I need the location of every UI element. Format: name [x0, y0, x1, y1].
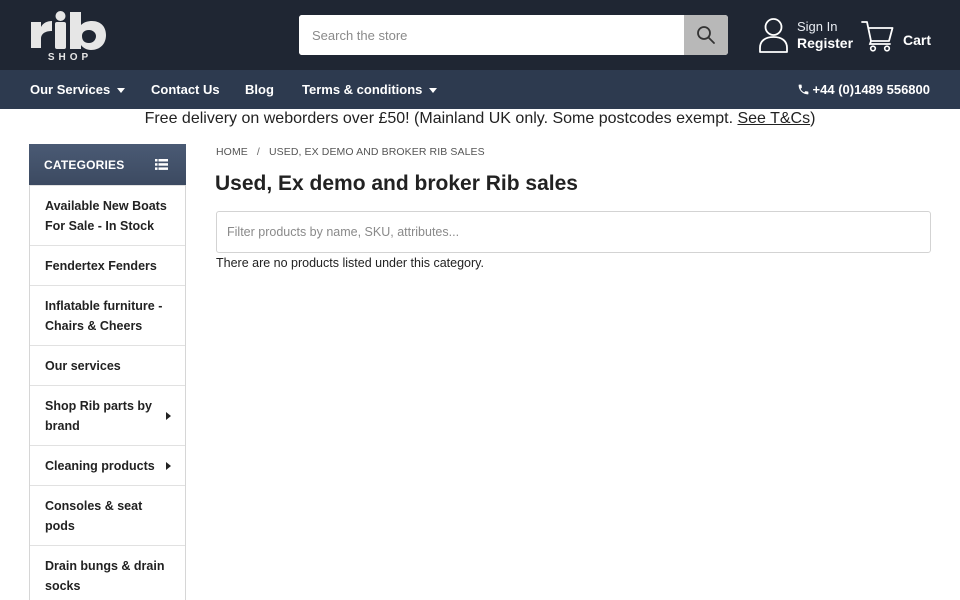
chevron-down-icon	[117, 88, 126, 94]
category-cleaning-products[interactable]: Cleaning products	[30, 445, 185, 485]
categories-sidebar: CATEGORIES Available New Boats For Sale …	[29, 144, 186, 600]
breadcrumb-home[interactable]: HOME	[216, 146, 248, 158]
phone-number: +44 (0)1489 556800	[812, 82, 930, 97]
phone-link[interactable]: +44 (0)1489 556800	[797, 70, 930, 109]
empty-category-message: There are no products listed under this …	[216, 256, 484, 270]
nav-blog[interactable]: Blog	[245, 70, 274, 109]
category-inflatable-furniture[interactable]: Inflatable furniture - Chairs & Cheers	[30, 285, 185, 345]
main-navigation: Our Services Contact Us Blog Terms & con…	[0, 70, 960, 109]
register-link[interactable]: Register	[797, 35, 853, 52]
shopping-cart-icon	[861, 21, 894, 52]
nav-terms-conditions[interactable]: Terms & conditions	[302, 70, 438, 109]
category-label: Consoles & seat pods	[45, 498, 143, 533]
search-button[interactable]	[684, 15, 728, 55]
categories-header[interactable]: CATEGORIES	[29, 144, 186, 185]
banner-suffix: )	[810, 110, 816, 127]
phone-icon	[798, 84, 808, 95]
cart-label: Cart	[903, 32, 932, 48]
page-title: Used, Ex demo and broker Rib sales	[215, 172, 578, 195]
sign-in-link[interactable]: Sign In	[797, 18, 853, 35]
category-label: Available New Boats For Sale - In Stock	[45, 198, 167, 233]
breadcrumb-separator: /	[256, 146, 260, 158]
category-available-new-boats[interactable]: Available New Boats For Sale - In Stock	[30, 185, 185, 245]
breadcrumb: HOME / USED, EX DEMO AND BROKER RIB SALES	[216, 146, 485, 158]
site-header: SHOP Sign In Register Cart	[0, 0, 960, 70]
svg-text:SHOP: SHOP	[48, 52, 92, 62]
user-icon	[759, 18, 788, 53]
category-label: Fendertex Fenders	[45, 258, 157, 273]
category-label: Inflatable furniture - Chairs & Cheers	[45, 298, 163, 333]
list-icon	[155, 159, 168, 170]
search-icon	[697, 26, 715, 44]
category-fendertex-fenders[interactable]: Fendertex Fenders	[30, 245, 185, 285]
search-bar	[299, 15, 728, 55]
delivery-banner: Free delivery on weborders over £50! (Ma…	[0, 110, 960, 132]
nav-label: Our Services	[30, 82, 111, 97]
nav-label: Blog	[245, 82, 274, 97]
chevron-right-icon[interactable]	[166, 461, 171, 470]
nav-our-services[interactable]: Our Services	[30, 70, 126, 109]
categories-title: CATEGORIES	[44, 157, 125, 172]
breadcrumb-current: USED, EX DEMO AND BROKER RIB SALES	[268, 146, 485, 158]
category-label: Cleaning products	[45, 458, 155, 473]
cart-button[interactable]: Cart	[861, 18, 931, 54]
nav-label: Terms & conditions	[302, 82, 423, 97]
product-filter-input[interactable]	[216, 211, 931, 253]
account-menu[interactable]: Sign In Register	[758, 16, 853, 54]
category-shop-rib-parts-by-brand[interactable]: Shop Rib parts by brand	[30, 385, 185, 445]
category-drain-bungs[interactable]: Drain bungs & drain socks	[30, 545, 185, 600]
nav-contact-us[interactable]: Contact Us	[151, 70, 220, 109]
chevron-right-icon[interactable]	[166, 411, 171, 420]
category-our-services[interactable]: Our services	[30, 345, 185, 385]
search-input[interactable]	[299, 15, 684, 55]
category-label: Shop Rib parts by brand	[45, 398, 152, 433]
nav-label: Contact Us	[151, 82, 220, 97]
terms-link[interactable]: See T&Cs	[737, 110, 810, 127]
rib-shop-logo[interactable]: SHOP	[27, 10, 113, 63]
chevron-down-icon	[429, 88, 438, 94]
category-label: Our services	[45, 358, 121, 373]
category-label: Drain bungs & drain socks	[45, 558, 165, 593]
category-consoles-seat-pods[interactable]: Consoles & seat pods	[30, 485, 185, 545]
banner-text: Free delivery on weborders over £50! (Ma…	[144, 110, 738, 127]
